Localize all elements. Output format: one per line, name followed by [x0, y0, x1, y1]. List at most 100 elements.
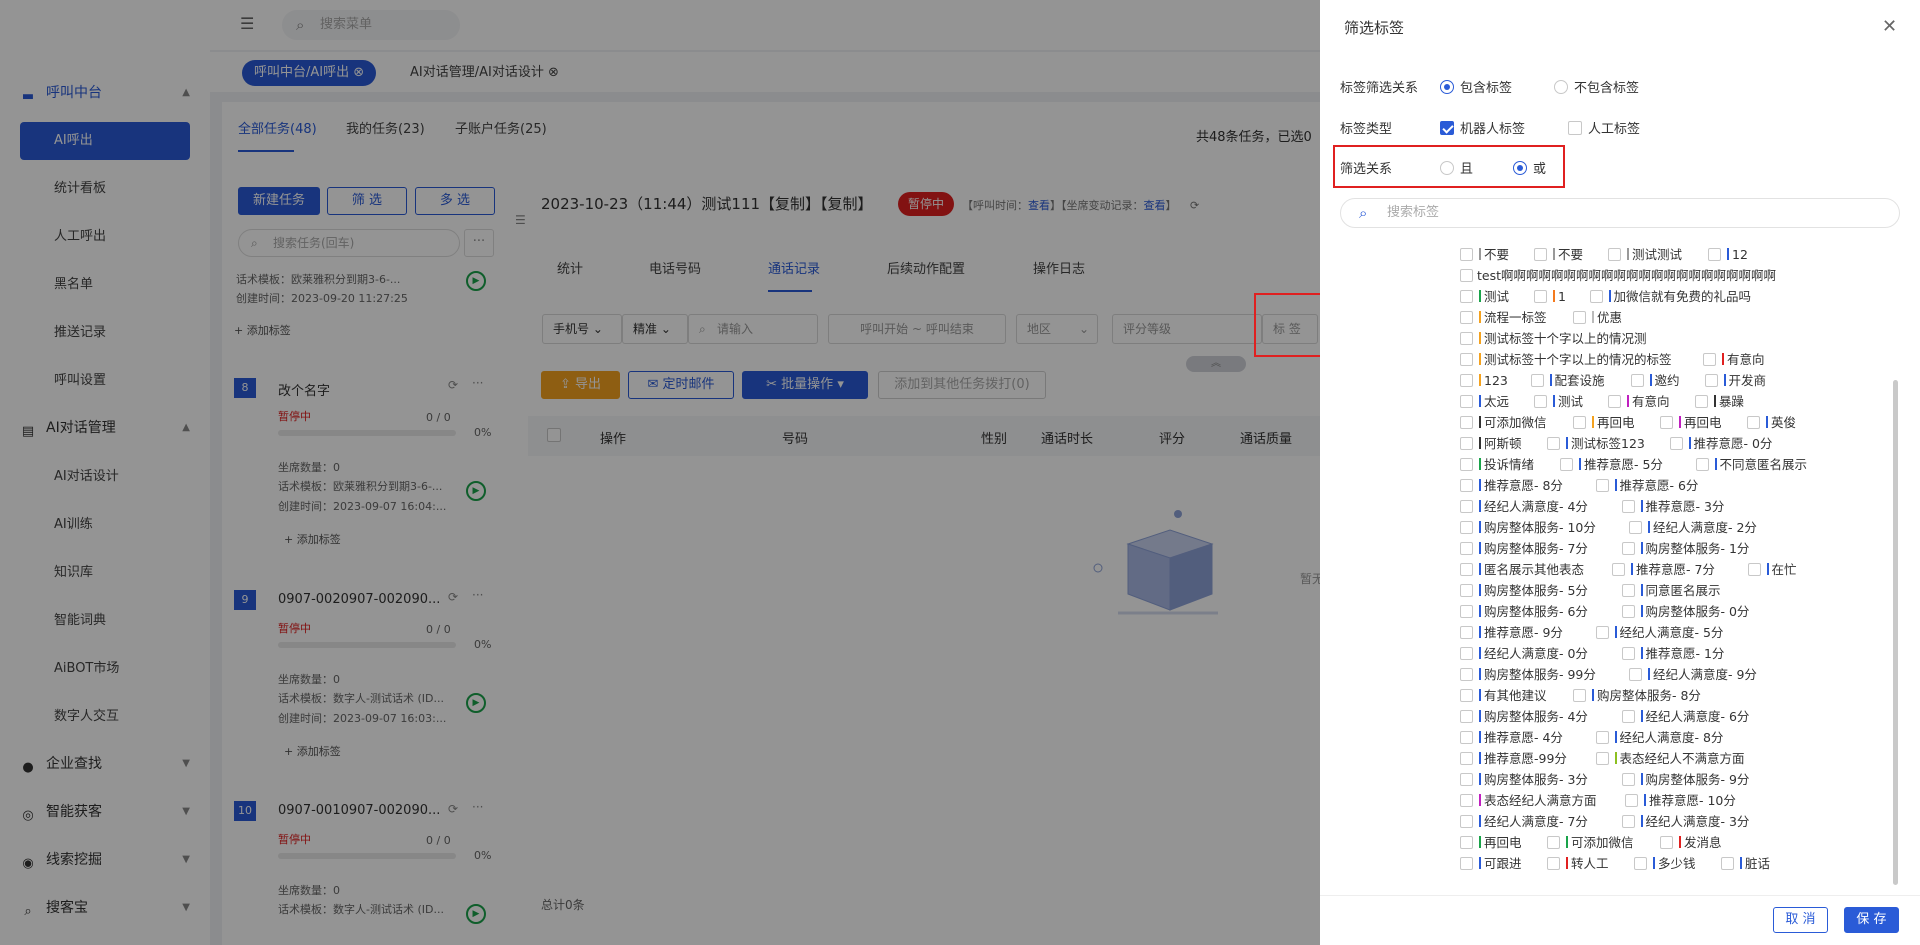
tag-checkbox[interactable]: [1630, 374, 1644, 387]
tag-checkbox[interactable]: [1573, 416, 1586, 429]
tag-checkbox[interactable]: [1573, 689, 1586, 702]
tag-option[interactable]: 经纪人满意度- 2分: [1629, 519, 1757, 536]
tag-option[interactable]: 太远: [1460, 393, 1509, 410]
tag-checkbox[interactable]: [1621, 647, 1635, 660]
tag-checkbox[interactable]: [1595, 479, 1609, 492]
tag-checkbox[interactable]: [1612, 563, 1625, 576]
tag-checkbox[interactable]: [1608, 395, 1621, 408]
tag-checkbox[interactable]: [1460, 626, 1473, 639]
tag-option[interactable]: 推荐意愿- 7分: [1612, 561, 1715, 578]
tag-checkbox[interactable]: [1460, 857, 1473, 870]
tag-checkbox[interactable]: [1460, 836, 1473, 849]
tag-option[interactable]: 有意向: [1608, 393, 1670, 410]
exclude-tags-radio[interactable]: 不包含标签: [1554, 77, 1639, 96]
tag-checkbox[interactable]: [1621, 605, 1635, 618]
tag-checkbox[interactable]: [1660, 836, 1673, 849]
tag-checkbox[interactable]: [1589, 290, 1603, 303]
tag-checkbox[interactable]: [1629, 668, 1642, 681]
tag-checkbox[interactable]: [1460, 668, 1473, 681]
tag-option[interactable]: 流程一标签: [1460, 309, 1547, 326]
or-radio[interactable]: 或: [1513, 158, 1546, 177]
tag-option[interactable]: 转人工: [1547, 855, 1609, 872]
robot-tag-checkbox[interactable]: 机器人标签: [1440, 118, 1525, 137]
tag-checkbox[interactable]: [1608, 248, 1621, 261]
tag-option[interactable]: 推荐意愿- 8分: [1460, 477, 1563, 494]
tag-option[interactable]: 测试标签123: [1547, 435, 1645, 452]
tag-option[interactable]: 有其他建议: [1460, 687, 1547, 704]
tag-option[interactable]: 推荐意愿- 10分: [1625, 792, 1736, 809]
tag-option[interactable]: 1: [1534, 288, 1566, 305]
tag-option[interactable]: 经纪人满意度- 7分: [1460, 813, 1588, 830]
tag-checkbox[interactable]: [1703, 353, 1716, 366]
tag-checkbox[interactable]: [1704, 374, 1718, 387]
tag-option[interactable]: 不同意匿名展示: [1695, 456, 1807, 473]
tag-option[interactable]: 发消息: [1660, 834, 1722, 851]
tag-option[interactable]: 购房整体服务- 1分: [1621, 540, 1749, 557]
tag-option[interactable]: 推荐意愿- 9分: [1460, 624, 1563, 641]
tag-checkbox[interactable]: [1460, 794, 1473, 807]
tag-checkbox[interactable]: [1460, 563, 1473, 576]
tag-option[interactable]: 可添加微信: [1547, 834, 1634, 851]
tag-option[interactable]: 多少钱: [1634, 855, 1696, 872]
tag-checkbox[interactable]: [1460, 815, 1473, 828]
tag-option[interactable]: 购房整体服务- 7分: [1460, 540, 1588, 557]
tag-option[interactable]: 推荐意愿- 6分: [1595, 477, 1698, 494]
tag-checkbox[interactable]: [1460, 458, 1473, 471]
tag-checkbox[interactable]: [1660, 416, 1673, 429]
tag-option[interactable]: 阿斯顿: [1460, 435, 1522, 452]
tag-checkbox[interactable]: [1460, 605, 1473, 618]
tag-option[interactable]: 开发商: [1704, 372, 1766, 389]
tag-option[interactable]: 暴躁: [1695, 393, 1744, 410]
tag-option[interactable]: 可添加微信: [1460, 414, 1547, 431]
tag-option[interactable]: 推荐意愿- 0分: [1669, 435, 1772, 452]
tag-option[interactable]: 推荐意愿- 5分: [1560, 456, 1663, 473]
tag-option[interactable]: 推荐意愿- 1分: [1621, 645, 1724, 662]
tag-option[interactable]: 同意匿名展示: [1621, 582, 1721, 599]
tag-option[interactable]: 经纪人满意度- 8分: [1595, 729, 1723, 746]
tag-option[interactable]: 购房整体服务- 8分: [1573, 687, 1701, 704]
tag-list-scrollbar[interactable]: [1893, 380, 1898, 885]
tag-option[interactable]: 投诉情绪: [1460, 456, 1534, 473]
tag-option[interactable]: 再回电: [1660, 414, 1722, 431]
tag-option[interactable]: test啊啊啊啊啊啊啊啊啊啊啊啊啊啊啊啊啊啊啊啊啊啊: [1460, 267, 1776, 284]
tag-checkbox[interactable]: [1460, 269, 1473, 282]
tag-option[interactable]: 英俊: [1747, 414, 1796, 431]
tag-search-input[interactable]: ⌕ 搜索标签: [1340, 198, 1900, 228]
tag-option[interactable]: 推荐意愿- 3分: [1621, 498, 1724, 515]
tag-checkbox[interactable]: [1547, 857, 1560, 870]
tag-checkbox[interactable]: [1460, 332, 1473, 345]
tag-checkbox[interactable]: [1621, 815, 1635, 828]
tag-option[interactable]: 123: [1460, 372, 1508, 389]
tag-checkbox[interactable]: [1629, 521, 1642, 534]
tag-option[interactable]: 购房整体服务- 6分: [1460, 603, 1588, 620]
tag-checkbox[interactable]: [1460, 521, 1473, 534]
tag-checkbox[interactable]: [1695, 395, 1708, 408]
tag-checkbox[interactable]: [1460, 479, 1473, 492]
tag-option[interactable]: 购房整体服务- 10分: [1460, 519, 1596, 536]
tag-checkbox[interactable]: [1621, 542, 1635, 555]
tag-checkbox[interactable]: [1460, 290, 1473, 303]
tag-option[interactable]: 不要: [1460, 246, 1509, 263]
tag-option[interactable]: 购房整体服务- 99分: [1460, 666, 1596, 683]
and-radio[interactable]: 且: [1440, 158, 1473, 177]
tag-checkbox[interactable]: [1634, 857, 1647, 870]
tag-option[interactable]: 测试: [1534, 393, 1583, 410]
tag-option[interactable]: 经纪人满意度- 3分: [1621, 813, 1749, 830]
tag-option[interactable]: 经纪人满意度- 9分: [1629, 666, 1757, 683]
tag-checkbox[interactable]: [1595, 731, 1609, 744]
tag-checkbox[interactable]: [1530, 374, 1544, 387]
tag-checkbox[interactable]: [1460, 710, 1473, 723]
tag-option[interactable]: 在忙: [1747, 561, 1797, 578]
tag-checkbox[interactable]: [1621, 500, 1635, 513]
tag-checkbox[interactable]: [1695, 458, 1709, 471]
tag-checkbox[interactable]: [1460, 752, 1473, 765]
tag-checkbox[interactable]: [1595, 752, 1609, 765]
tag-checkbox[interactable]: [1573, 311, 1586, 324]
tag-checkbox[interactable]: [1708, 248, 1721, 261]
tag-option[interactable]: 购房整体服务- 0分: [1621, 603, 1749, 620]
tag-checkbox[interactable]: [1460, 395, 1473, 408]
tag-option[interactable]: 可跟进: [1460, 855, 1522, 872]
tag-checkbox[interactable]: [1534, 248, 1547, 261]
tag-checkbox[interactable]: [1621, 710, 1635, 723]
tag-option[interactable]: 推荐意愿- 4分: [1460, 729, 1563, 746]
